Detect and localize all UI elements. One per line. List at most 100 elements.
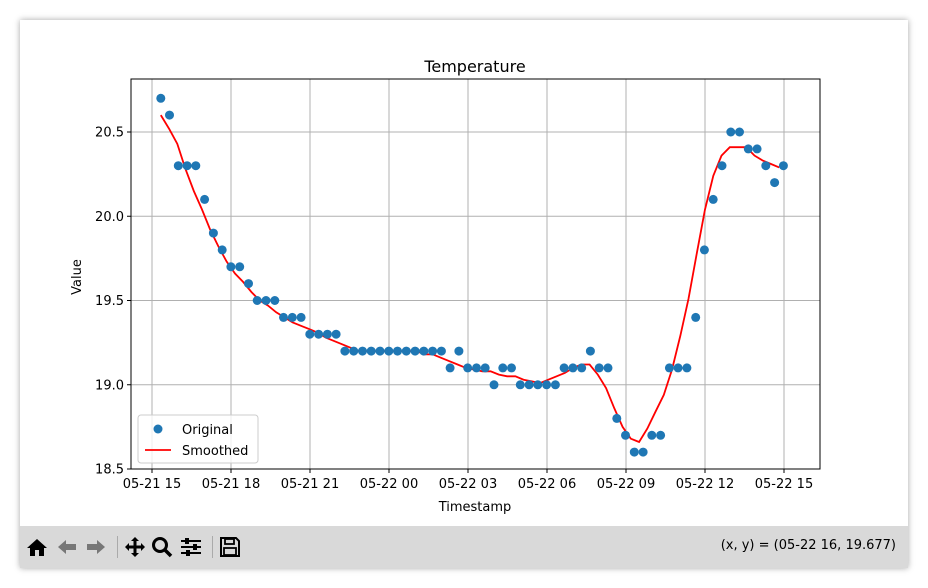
- data-point: [436, 346, 446, 356]
- data-point: [349, 346, 359, 356]
- data-point: [480, 363, 490, 373]
- forward-button[interactable]: [84, 534, 108, 560]
- x-tick-label: 05-22 09: [597, 477, 655, 492]
- data-point: [296, 312, 306, 322]
- data-point: [165, 110, 174, 120]
- data-point: [261, 296, 271, 305]
- data-point: [384, 346, 394, 356]
- data-point: [454, 346, 464, 356]
- y-tick-label: 19.0: [95, 378, 124, 393]
- data-point: [752, 144, 762, 154]
- y-tick-label: 19.5: [95, 294, 124, 309]
- y-axis-label: Value: [70, 259, 85, 295]
- data-point: [279, 312, 288, 322]
- pan-button[interactable]: [123, 534, 147, 560]
- data-point: [770, 178, 780, 188]
- data-point: [594, 363, 604, 373]
- x-tick-label: 05-21 21: [281, 477, 339, 492]
- data-point: [393, 346, 402, 356]
- data-point: [287, 312, 297, 322]
- x-tick-label: 05-22 15: [755, 477, 813, 492]
- data-point: [717, 161, 727, 171]
- cursor-coordinates: (x, y) = (05-22 16, 19.677): [720, 538, 896, 553]
- data-point: [603, 363, 613, 373]
- data-point: [699, 245, 709, 255]
- x-tick-label: 05-22 06: [518, 477, 576, 492]
- data-point: [191, 161, 201, 171]
- data-point: [585, 346, 595, 356]
- data-point: [515, 380, 525, 390]
- data-point: [182, 161, 192, 171]
- data-point: [366, 346, 376, 356]
- data-point: [629, 447, 639, 457]
- data-point: [428, 346, 438, 356]
- configure-icon: [181, 538, 201, 556]
- data-point: [691, 312, 701, 322]
- data-point: [708, 194, 718, 204]
- data-point: [498, 363, 508, 373]
- data-point: [410, 346, 420, 356]
- data-point: [305, 329, 315, 339]
- data-point: [235, 262, 245, 272]
- data-point: [331, 329, 341, 339]
- x-axis-label: Timestamp: [438, 500, 512, 515]
- data-point: [358, 346, 367, 356]
- back-button[interactable]: [55, 534, 79, 560]
- data-point: [463, 363, 473, 373]
- data-point: [445, 363, 455, 373]
- chart: 05-21 15 05-21 18 05-21 21 05-22 00 05-22 03…: [70, 57, 821, 515]
- data-point: [559, 363, 569, 373]
- data-point: [542, 380, 552, 390]
- data-point: [217, 245, 227, 255]
- toolbar-separator: [212, 536, 213, 558]
- data-point: [322, 329, 332, 339]
- data-point: [726, 127, 736, 137]
- x-tick-label: 05-21 15: [123, 477, 181, 492]
- forward-icon: [87, 540, 105, 554]
- save-button[interactable]: [218, 534, 242, 560]
- data-point: [401, 346, 411, 356]
- data-point: [208, 228, 218, 238]
- data-point: [621, 430, 630, 440]
- legend-label-smoothed: Smoothed: [182, 444, 248, 459]
- y-tick-label: 18.5: [95, 463, 124, 478]
- data-point: [507, 363, 516, 373]
- zoom-icon: [152, 537, 173, 558]
- data-point: [314, 329, 324, 339]
- data-point: [743, 144, 753, 154]
- home-icon: [27, 539, 47, 556]
- pan-icon: [125, 537, 145, 557]
- data-point: [612, 413, 622, 423]
- data-point: [533, 380, 543, 390]
- chart-title: Temperature: [423, 57, 525, 76]
- data-point: [340, 346, 350, 356]
- save-icon: [220, 537, 240, 557]
- data-point: [270, 296, 280, 305]
- legend-marker-original: [153, 424, 163, 434]
- data-point: [577, 363, 587, 373]
- data-point: [664, 363, 674, 373]
- data-point: [472, 363, 481, 373]
- data-point: [647, 430, 657, 440]
- zoom-button[interactable]: [150, 534, 174, 560]
- back-icon: [58, 540, 76, 554]
- data-point: [200, 194, 210, 204]
- data-point: [550, 380, 560, 390]
- data-point: [252, 296, 262, 305]
- legend: Original Smoothed: [137, 414, 259, 464]
- data-point: [778, 161, 788, 171]
- legend-label-original: Original: [182, 423, 233, 438]
- data-point: [735, 127, 744, 137]
- data-point: [524, 380, 534, 390]
- data-point: [568, 363, 578, 373]
- data-point: [226, 262, 236, 272]
- data-point: [682, 363, 692, 373]
- data-point: [638, 447, 648, 457]
- home-button[interactable]: [25, 534, 49, 560]
- x-tick-label: 05-22 12: [676, 477, 734, 492]
- data-point: [419, 346, 429, 356]
- data-point: [656, 430, 666, 440]
- toolbar-separator: [117, 536, 118, 558]
- y-tick-label: 20.5: [95, 126, 124, 141]
- configure-button[interactable]: [179, 534, 203, 560]
